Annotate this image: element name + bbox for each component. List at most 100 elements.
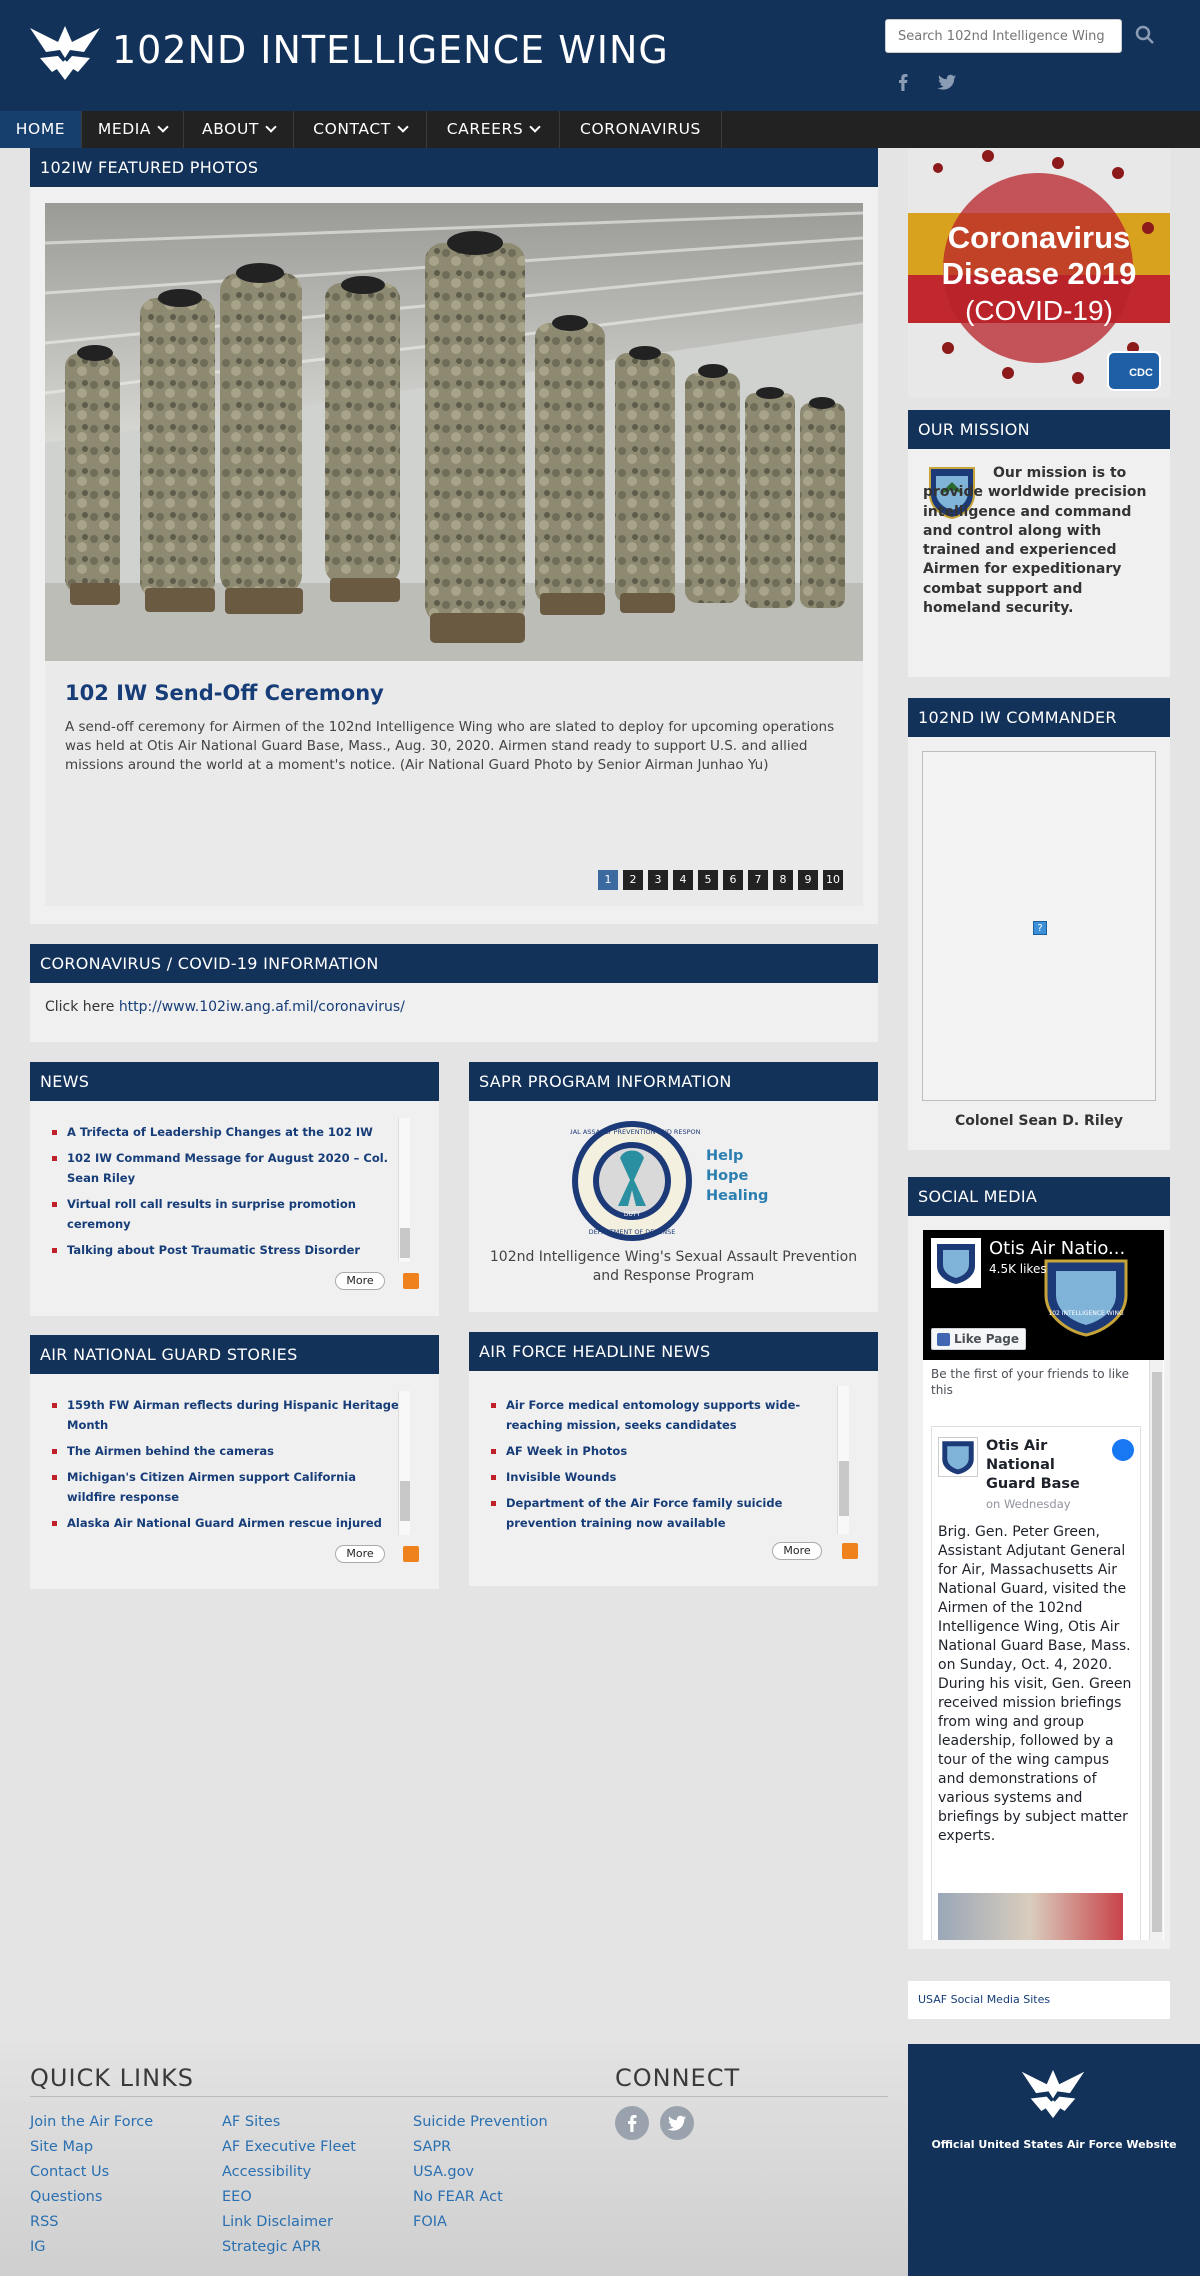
nav-media-label: MEDIA <box>97 120 152 138</box>
footer-link[interactable]: RSS <box>30 2214 58 2230</box>
twitter-icon[interactable] <box>937 72 957 92</box>
scrollbar-thumb[interactable] <box>400 1228 410 1258</box>
fb-avatar[interactable] <box>931 1238 981 1288</box>
slide-title[interactable]: 102 IW Send-Off Ceremony <box>65 681 384 705</box>
nav-coronavirus[interactable]: CORONAVIRUS <box>560 111 722 148</box>
commander-name[interactable]: Colonel Sean D. Riley <box>908 1113 1170 1129</box>
af-news-scrollbar[interactable] <box>837 1386 849 1534</box>
mission-text: Our mission is to provide worldwide prec… <box>923 465 1147 617</box>
news-more-button[interactable]: More <box>335 1272 385 1290</box>
footer-link[interactable]: IG <box>30 2239 46 2255</box>
sapr-heading: SAPR PROGRAM INFORMATION <box>469 1062 878 1101</box>
footer-link[interactable]: Site Map <box>30 2139 93 2155</box>
list-item[interactable]: Air Force medical entomology supports wi… <box>489 1395 844 1435</box>
footer-link[interactable]: Accessibility <box>222 2164 311 2180</box>
list-item[interactable]: The Airmen behind the cameras <box>50 1441 405 1461</box>
fb-scrollbar[interactable] <box>1149 1360 1163 1940</box>
covid-banner[interactable]: Coronavirus Disease 2019 (COVID-19) CDC <box>908 148 1170 398</box>
list-item[interactable]: AF Week in Photos <box>489 1441 844 1461</box>
fb-post-photo[interactable] <box>938 1893 1123 1940</box>
list-item[interactable]: Virtual roll call results in surprise pr… <box>50 1194 405 1234</box>
pager-page-8[interactable]: 8 <box>773 870 793 890</box>
rss-icon[interactable] <box>403 1546 419 1562</box>
footer-link[interactable]: USA.gov <box>413 2164 474 2180</box>
facebook-icon[interactable] <box>893 72 913 92</box>
footer-link[interactable]: EEO <box>222 2189 252 2205</box>
sapr-seal-icon[interactable]: SEXUAL ASSAULT PREVENTION AND RESPONSE D… <box>570 1118 700 1244</box>
fb-post-author[interactable]: Otis Air National Guard Base <box>986 1437 1106 1494</box>
footer-link[interactable]: Contact Us <box>30 2164 109 2180</box>
scrollbar-thumb[interactable] <box>839 1461 849 1516</box>
nav-contact[interactable]: CONTACT <box>294 111 427 148</box>
pager-page-7[interactable]: 7 <box>748 870 768 890</box>
af-news-more-button[interactable]: More <box>772 1542 822 1560</box>
ang-stories-scrollbar[interactable] <box>398 1391 410 1535</box>
sapr-tagline-help: Help <box>706 1148 744 1164</box>
search-input[interactable] <box>885 19 1122 53</box>
nav-about[interactable]: ABOUT <box>184 111 294 148</box>
rss-icon[interactable] <box>842 1543 858 1559</box>
footer-link[interactable]: Link Disclaimer <box>222 2214 333 2230</box>
list-item[interactable]: Department of the Air Force family suici… <box>489 1493 844 1533</box>
pager-page-1[interactable]: 1 <box>598 870 618 890</box>
twitter-icon[interactable] <box>660 2106 694 2140</box>
pager-page-5[interactable]: 5 <box>698 870 718 890</box>
ang-stories-list: 159th FW Airman reflects during Hispanic… <box>50 1395 405 1539</box>
fb-like-page-button[interactable]: Like Page <box>931 1328 1026 1350</box>
list-item[interactable]: Talking about Post Traumatic Stress Diso… <box>50 1240 405 1260</box>
news-scrollbar[interactable] <box>398 1118 410 1262</box>
pager-page-3[interactable]: 3 <box>648 870 668 890</box>
footer-link[interactable]: No FEAR Act <box>413 2189 503 2205</box>
footer-link[interactable]: AF Executive Fleet <box>222 2139 356 2155</box>
scrollbar-thumb[interactable] <box>400 1481 410 1521</box>
nav-careers[interactable]: CAREERS <box>427 111 560 148</box>
pager-page-9[interactable]: 9 <box>798 870 818 890</box>
list-item[interactable]: 159th FW Airman reflects during Hispanic… <box>50 1395 405 1435</box>
covid-info-text: Click here http://www.102iw.ang.af.mil/c… <box>45 999 405 1015</box>
footer-link[interactable]: AF Sites <box>222 2114 280 2130</box>
sapr-caption[interactable]: 102nd Intelligence Wing's Sexual Assault… <box>479 1248 868 1286</box>
usaf-social-link[interactable]: USAF Social Media Sites <box>918 1993 1050 2006</box>
list-item[interactable]: Michigan's Citizen Airmen support Califo… <box>50 1467 405 1507</box>
nav-home[interactable]: HOME <box>0 111 82 148</box>
footer-link[interactable]: Join the Air Force <box>30 2114 153 2130</box>
air-force-logo-icon[interactable] <box>1020 2066 1086 2122</box>
nav-home-label: HOME <box>15 120 66 138</box>
footer-link[interactable]: Suicide Prevention <box>413 2114 548 2130</box>
air-force-logo-icon[interactable] <box>28 22 102 84</box>
footer-link[interactable]: Strategic APR <box>222 2239 321 2255</box>
covid-info-link[interactable]: http://www.102iw.ang.af.mil/coronavirus/ <box>119 999 405 1015</box>
covid-info-heading: CORONAVIRUS / COVID-19 INFORMATION <box>30 944 878 983</box>
list-item[interactable]: Invisible Wounds <box>489 1467 844 1487</box>
social-media-heading: SOCIAL MEDIA <box>908 1177 1170 1216</box>
pager-page-4[interactable]: 4 <box>673 870 693 890</box>
fb-page-name[interactable]: Otis Air Natio... <box>989 1238 1125 1259</box>
pager-page-6[interactable]: 6 <box>723 870 743 890</box>
official-af-text[interactable]: Official United States Air Force Website <box>908 2138 1200 2151</box>
list-item[interactable]: A Trifecta of Leadership Changes at the … <box>50 1122 405 1142</box>
facebook-icon[interactable] <box>615 2106 649 2140</box>
fb-cover[interactable]: 102 INTELLIGENCE WING Otis Air Natio... … <box>923 1230 1164 1360</box>
fb-post-avatar[interactable] <box>938 1437 978 1477</box>
list-item[interactable]: 102 IW Command Message for August 2020 –… <box>50 1148 405 1188</box>
facebook-icon[interactable] <box>1112 1439 1134 1461</box>
mission-panel: OUR MISSION Our mission is to provide wo… <box>908 410 1170 677</box>
facebook-glyph <box>628 2115 637 2132</box>
site-title[interactable]: 102ND INTELLIGENCE WING <box>112 28 669 72</box>
af-news-panel: AIR FORCE HEADLINE NEWS Air Force medica… <box>469 1332 878 1586</box>
search-icon[interactable] <box>1134 24 1156 46</box>
featured-photo[interactable] <box>45 203 863 661</box>
pager-page-2[interactable]: 2 <box>623 870 643 890</box>
scrollbar-thumb[interactable] <box>1152 1372 1162 1932</box>
footer-link[interactable]: SAPR <box>413 2139 451 2155</box>
footer-link[interactable]: Questions <box>30 2189 102 2205</box>
footer-link[interactable]: FOIA <box>413 2214 447 2230</box>
sapr-seal-top: SEXUAL ASSAULT PREVENTION AND RESPONSE <box>570 1128 700 1136</box>
pager-page-10[interactable]: 10 <box>823 870 843 890</box>
fb-likes: 4.5K likes <box>989 1262 1047 1276</box>
nav-media[interactable]: MEDIA <box>82 111 184 148</box>
commander-photo[interactable]: ? <box>922 751 1156 1101</box>
rss-icon[interactable] <box>403 1273 419 1289</box>
list-item[interactable]: Alaska Air National Guard Airmen rescue … <box>50 1513 405 1533</box>
ang-stories-more-button[interactable]: More <box>335 1545 385 1563</box>
